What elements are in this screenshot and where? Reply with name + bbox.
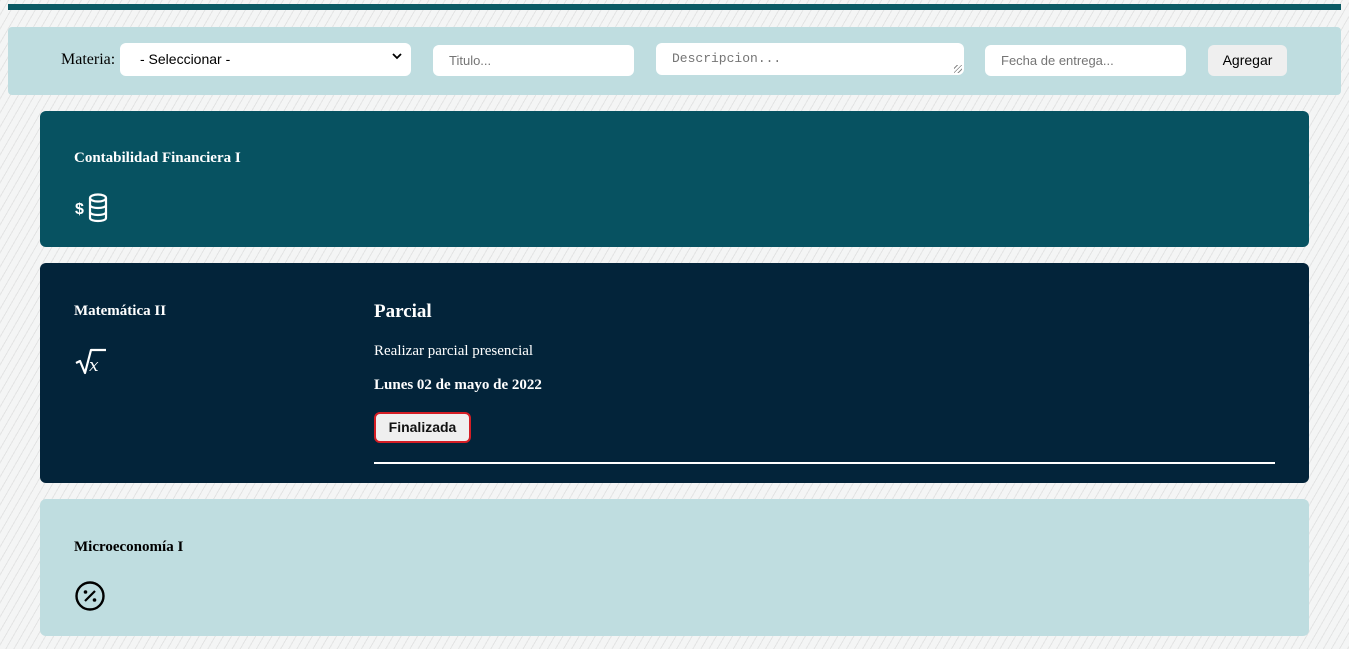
money-coins-icon: $ xyxy=(74,192,110,229)
resize-grip-icon[interactable] xyxy=(954,65,962,73)
task-due-date: Lunes 02 de mayo de 2022 xyxy=(374,377,542,393)
subject-card-matematica: Matemática II x Parcial Realizar parcial… xyxy=(40,263,1309,483)
add-task-form: Materia: - Seleccionar - Titulo... Descr… xyxy=(8,27,1341,95)
descripcion-placeholder: Descripcion... xyxy=(672,51,782,66)
titulo-input[interactable]: Titulo... xyxy=(433,45,634,76)
svg-text:x: x xyxy=(89,356,99,376)
task-divider xyxy=(374,462,1275,464)
subject-title: Contabilidad Financiera I xyxy=(74,150,241,166)
subject-title: Matemática II xyxy=(74,303,167,319)
task-item: Parcial Realizar parcial presencial Lune… xyxy=(374,263,1275,483)
chevron-down-icon xyxy=(391,50,403,65)
finalizada-button[interactable]: Finalizada xyxy=(374,412,471,443)
square-root-icon: x xyxy=(74,347,108,382)
materia-select[interactable]: - Seleccionar - xyxy=(120,43,411,76)
percent-circle-icon xyxy=(74,580,106,617)
fecha-entrega-input[interactable]: Fecha de entrega... xyxy=(985,45,1186,76)
top-accent-bar xyxy=(8,4,1341,10)
subject-card-contabilidad: Contabilidad Financiera I $ xyxy=(40,111,1309,247)
materia-label: Materia: xyxy=(61,51,116,68)
subject-card-microeconomia: Microeconomía I xyxy=(40,499,1309,636)
descripcion-textarea[interactable]: Descripcion... xyxy=(656,43,964,75)
task-title: Parcial xyxy=(374,301,432,322)
svg-text:$: $ xyxy=(75,201,84,218)
titulo-placeholder: Titulo... xyxy=(449,53,492,68)
task-description: Realizar parcial presencial xyxy=(374,343,534,359)
materia-select-value: - Seleccionar - xyxy=(140,51,231,67)
subject-title: Microeconomía I xyxy=(74,539,184,555)
fecha-placeholder: Fecha de entrega... xyxy=(1001,53,1114,68)
agregar-button[interactable]: Agregar xyxy=(1208,45,1287,76)
